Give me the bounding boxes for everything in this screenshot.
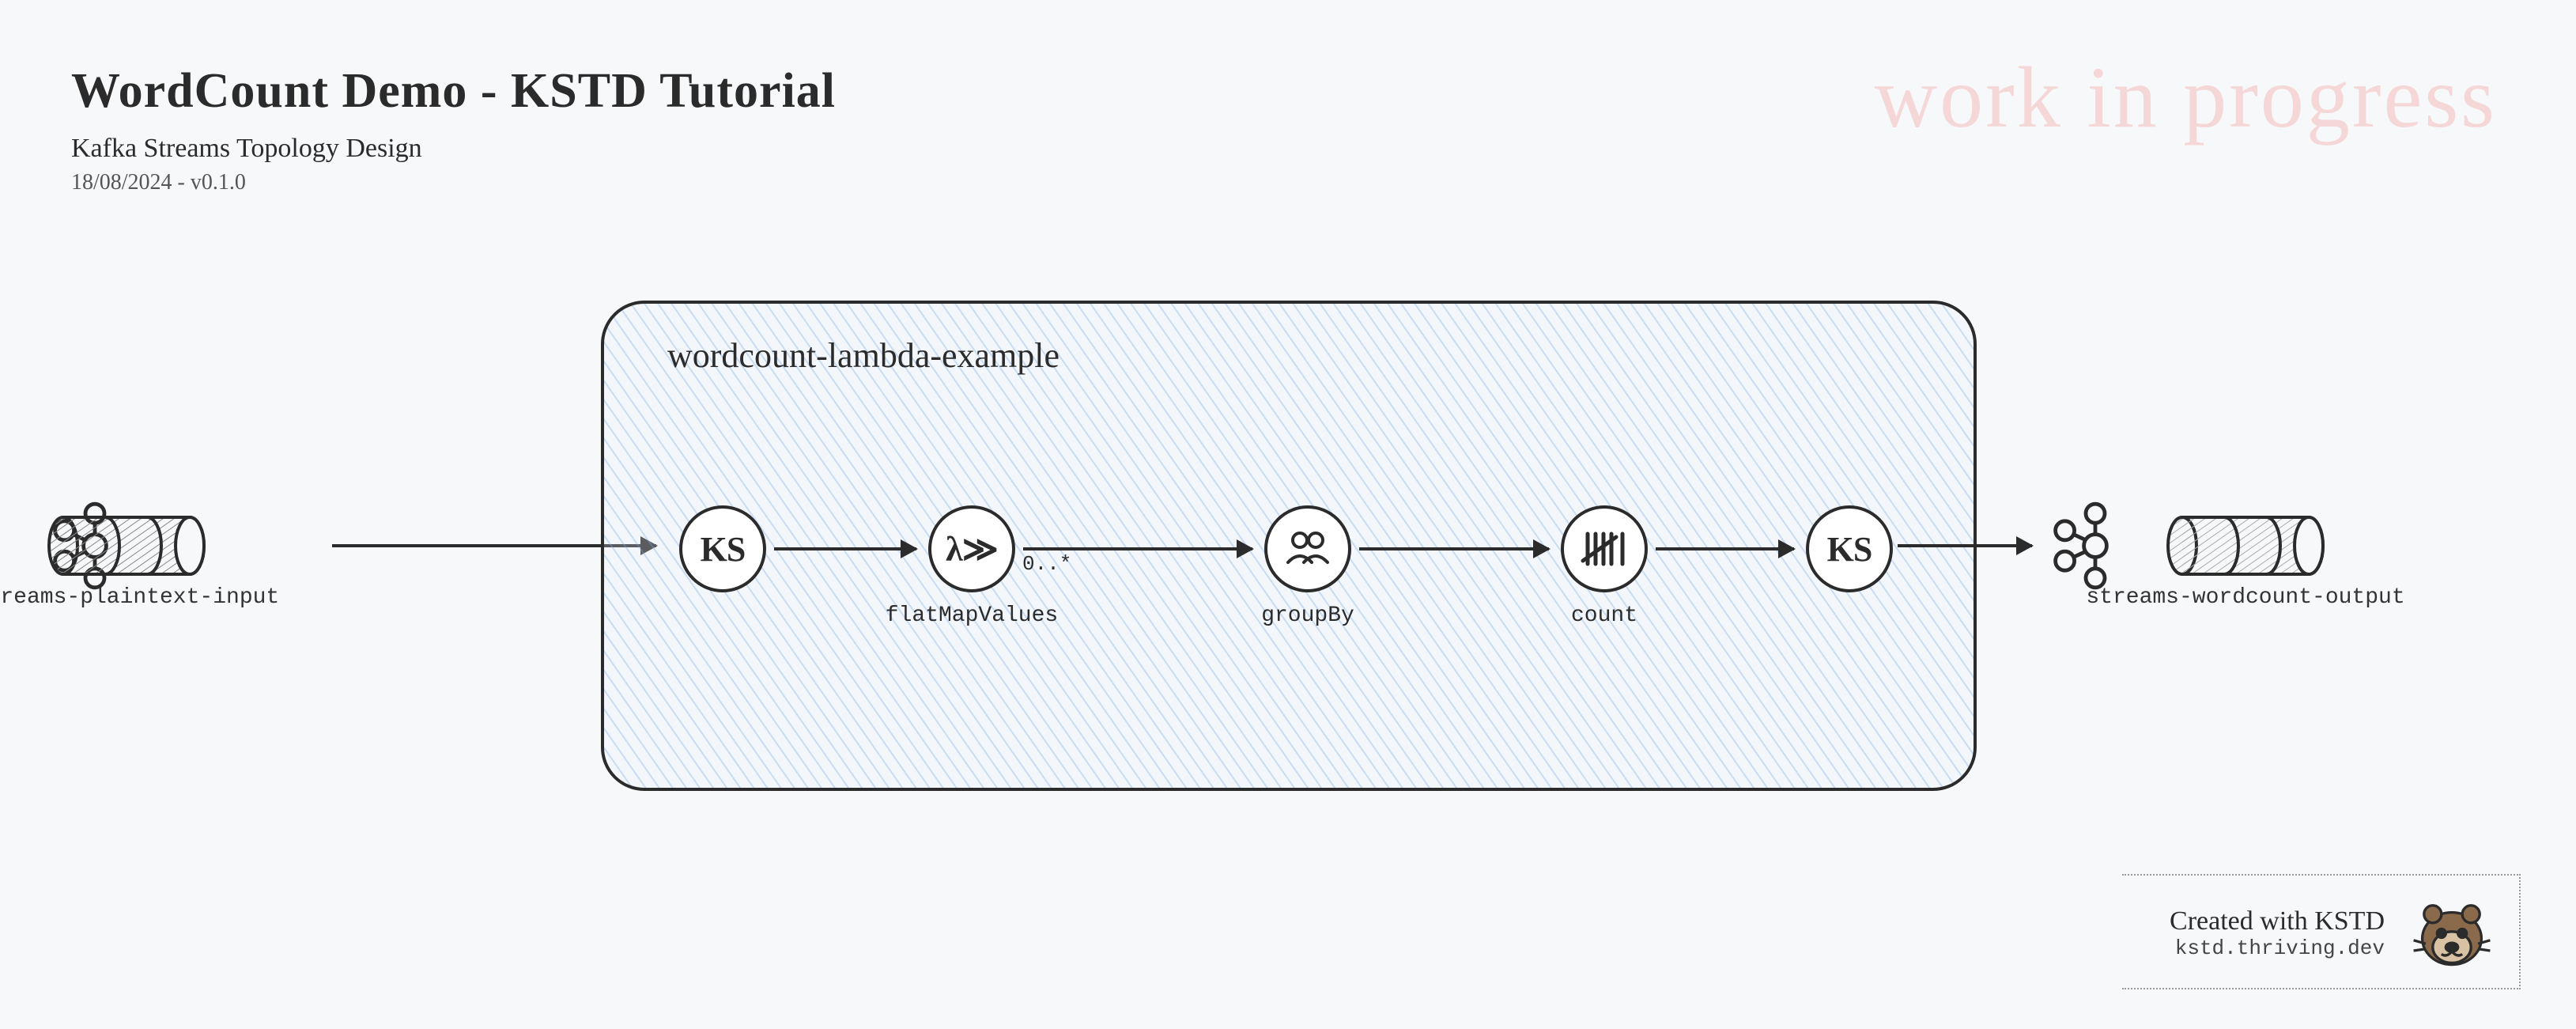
input-topic-label: streams-plaintext-input xyxy=(0,585,279,610)
cardinality-label: 0..* xyxy=(1022,552,1071,576)
topology-box: wordcount-lambda-example KS λ≫ 0..* flat… xyxy=(601,301,1977,791)
lambda-icon: λ≫ xyxy=(946,529,998,569)
output-topic-label: streams-wordcount-output xyxy=(2086,585,2404,610)
diagram: streams-plaintext-input wordcount-lambda… xyxy=(47,301,2530,807)
footer-line1: Created with KSTD xyxy=(2170,906,2385,936)
groupby-label: groupBy xyxy=(1261,603,1354,628)
flatmap-label: flatMapValues xyxy=(886,603,1058,628)
ks-icon: KS xyxy=(1827,529,1872,569)
page-subtitle: Kafka Streams Topology Design xyxy=(71,134,836,164)
sink-node: KS xyxy=(1806,505,1893,592)
flatmap-node: λ≫ 0..* flatMapValues xyxy=(928,505,1015,592)
kafka-cluster-icon xyxy=(2048,498,2143,593)
arrow xyxy=(1898,544,2032,547)
page-title: WordCount Demo - KSTD Tutorial xyxy=(71,63,836,119)
count-label: count xyxy=(1571,603,1637,628)
source-node: KS xyxy=(679,505,766,592)
header: WordCount Demo - KSTD Tutorial Kafka Str… xyxy=(71,63,836,195)
groupby-icon xyxy=(1280,521,1335,577)
footer-line2: kstd.thriving.dev xyxy=(2170,936,2385,960)
output-topic: streams-wordcount-output xyxy=(2166,514,2325,577)
arrow xyxy=(1656,547,1794,550)
arrow xyxy=(774,547,916,550)
watermark: work in progress xyxy=(1875,47,2497,148)
ks-icon: KS xyxy=(701,529,746,569)
count-node: count xyxy=(1561,505,1648,592)
page-meta: 18/08/2024 - v0.1.0 xyxy=(71,170,836,195)
topology-title: wordcount-lambda-example xyxy=(667,335,1059,376)
arrow xyxy=(1359,547,1549,550)
otter-icon xyxy=(2408,890,2495,977)
footer: Created with KSTD kstd.thriving.dev xyxy=(2122,874,2521,989)
groupby-node: groupBy xyxy=(1264,505,1351,592)
footer-text: Created with KSTD kstd.thriving.dev xyxy=(2170,906,2385,960)
input-topic: streams-plaintext-input xyxy=(47,514,206,577)
tally-icon xyxy=(1577,521,1632,577)
arrow xyxy=(1023,547,1252,550)
